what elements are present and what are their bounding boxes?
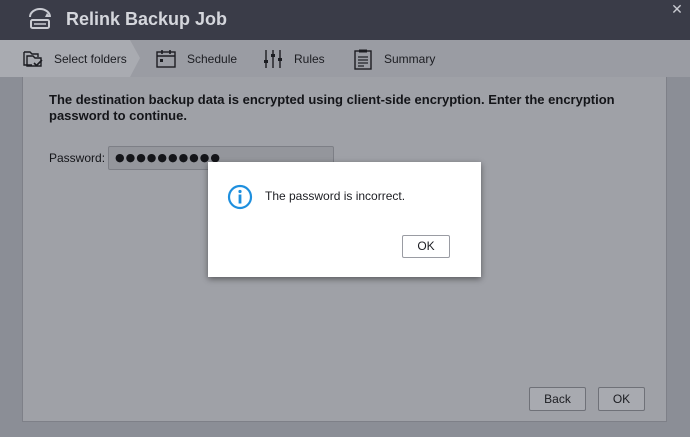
step-label: Schedule [187,51,238,66]
ok-button[interactable]: OK [598,387,645,411]
step-schedule[interactable]: Schedule [155,40,237,77]
back-button[interactable]: Back [529,387,586,411]
info-icon [227,184,253,210]
sliders-icon [264,49,282,68]
clipboard-icon [354,49,372,70]
step-label: Summary [384,51,436,66]
title-bar: Relink Backup Job ✕ [0,0,690,40]
encryption-notice: The destination backup data is encrypted… [49,92,615,123]
window-title: Relink Backup Job [66,9,228,29]
folders-icon [23,50,43,67]
step-summary[interactable]: Summary [352,40,435,77]
password-label: Password: [49,151,106,165]
dialog-ok-button[interactable]: OK [402,235,450,258]
step-select-folders[interactable]: Select folders [0,40,140,77]
close-icon[interactable]: ✕ [669,1,685,17]
step-rules[interactable]: Rules [262,40,325,77]
backup-sync-icon [29,8,51,29]
step-label: Rules [294,51,325,66]
wizard-steps: Select folders Schedule Rules Summary [0,40,690,77]
dialog-message: The password is incorrect. [265,189,406,203]
calendar-icon [156,49,176,68]
error-dialog: The password is incorrect. OK [208,162,481,277]
step-label: Select folders [54,51,127,66]
